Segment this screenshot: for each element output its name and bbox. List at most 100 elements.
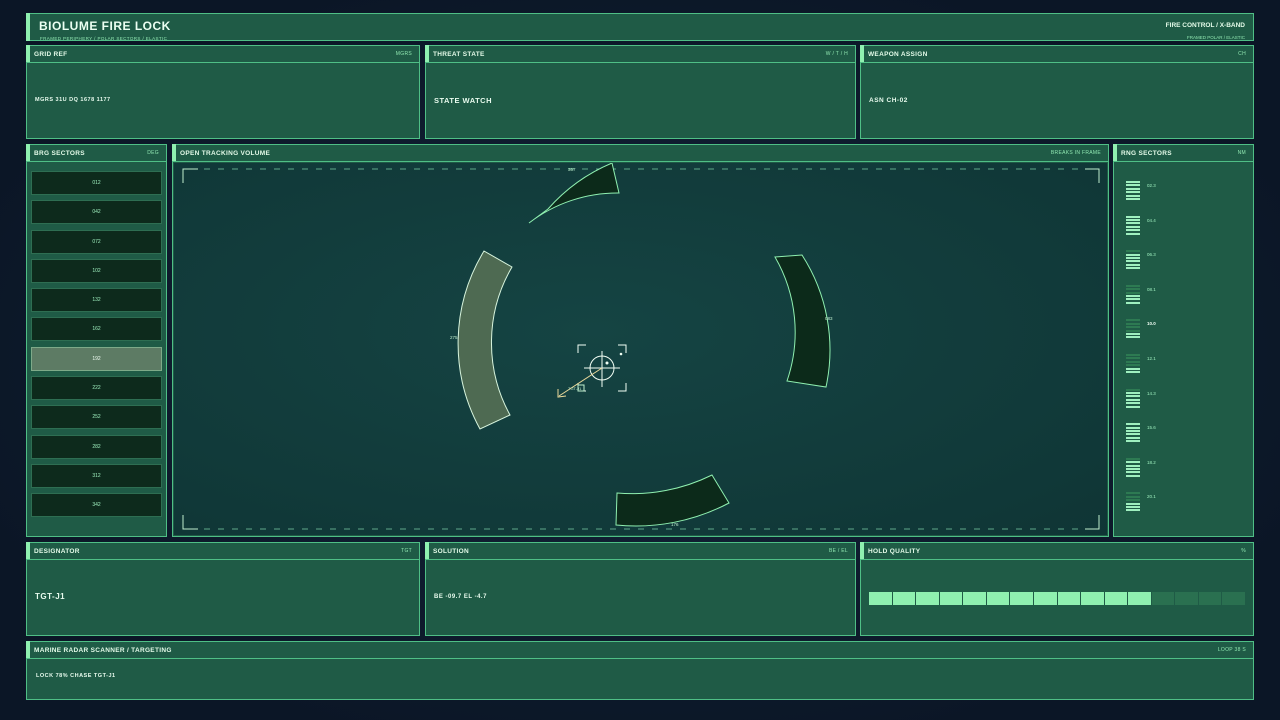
bearing-left: 275 [450,335,458,340]
brg-sector-label: 162 [92,326,101,333]
tracking-scope[interactable]: 357 083 176 275 TGT-J1 [174,163,1107,535]
sector-south[interactable] [615,474,730,527]
sector-north[interactable] [528,163,620,224]
bearing-right: 083 [825,316,833,321]
rng-sector-02.3[interactable]: 02.3 [1126,178,1156,200]
threat-state-header: THREAT STATE W / T / H [426,46,855,63]
hold-quality-segment [1081,592,1104,605]
rng-level-segment [1126,423,1140,426]
brg-sector-102[interactable]: 102 [31,258,162,283]
hold-quality-segment [986,592,1010,605]
rng-sector-12.1[interactable]: 12.1 [1126,351,1156,373]
hold-quality-segment [939,592,963,605]
rng-sector-06.3[interactable]: 06.3 [1126,247,1156,270]
rng-level-segment [1126,402,1140,405]
rng-level-segment [1126,215,1140,218]
brg-sector-label: 042 [92,209,101,216]
solution-panel: SOLUTION BE / EL BE -09.7 EL -4.7 [425,542,856,636]
weapon-assign-header: WEAPON ASSIGN CH [861,46,1253,63]
rng-sector-10.0[interactable]: 10.0 [1126,316,1156,339]
hold-quality-panel: HOLD QUALITY % [860,542,1254,636]
brg-sector-162[interactable]: 162 [31,317,162,342]
tracking-panel: OPEN TRACKING VOLUME BREAKS IN FRAME 357… [172,144,1109,537]
sector-west-active[interactable] [457,250,513,430]
rng-level-bars [1126,180,1140,200]
rng-level-segment [1126,191,1140,194]
rng-level-segment [1126,357,1140,360]
rng-level-segment [1126,187,1140,190]
rng-level-segment [1126,492,1140,495]
brg-sector-132[interactable]: 132 [31,288,162,313]
frame-brackets [182,168,1100,530]
rng-level-segment [1126,509,1140,512]
footer-header: MARINE RADAR SCANNER / TARGETING LOOP 38… [27,642,1253,659]
brg-sector-label: 312 [92,472,101,479]
rng-level-segment [1126,263,1140,266]
rng-sector-08.1[interactable]: 08.1 [1126,282,1156,304]
rng-level-bars [1126,387,1140,408]
brg-sector-252[interactable]: 252 [31,405,162,430]
rng-level-segment [1126,405,1140,408]
rng-level-segment [1126,184,1140,187]
threat-state-panel: THREAT STATE W / T / H STATE WATCH [425,45,856,139]
brg-sector-192[interactable]: 192 [31,346,162,371]
rng-sector-label: 10.0 [1147,321,1156,327]
rng-sector-label: 15.6 [1147,425,1156,431]
brg-sector-012[interactable]: 012 [31,171,162,195]
rng-sectors-title: RNG SECTORS [1121,149,1172,157]
rng-sector-label: 12.1 [1147,356,1156,361]
brg-sector-342[interactable]: 342 [31,493,162,518]
grid-ref-header: GRID REF MGRS [27,46,419,63]
brg-sector-label: 222 [92,385,101,392]
hold-quality-segment [1175,592,1198,605]
brg-sector-282[interactable]: 282 [31,434,162,459]
grid-ref-title: GRID REF [34,50,68,58]
footer-panel: MARINE RADAR SCANNER / TARGETING LOOP 38… [26,641,1254,700]
brg-sector-312[interactable]: 312 [31,463,162,488]
threat-state-unit: W / T / H [825,51,848,57]
rng-level-bars [1126,353,1140,373]
frame-corner-tr [1085,168,1100,183]
rng-level-segment [1126,267,1140,270]
rng-level-segment [1126,298,1140,301]
rng-sector-18.2[interactable]: 18.2 [1126,455,1156,477]
rng-level-bars [1126,283,1140,304]
brg-sector-042[interactable]: 042 [31,200,162,225]
app-subtitle: FRAMED PERIPHERY / POLAR SECTORS / ELAST… [40,36,168,41]
rng-sectors-unit: NM [1237,150,1246,156]
brg-sector-072[interactable]: 072 [31,229,162,254]
rng-sector-04.4[interactable]: 04.4 [1126,213,1156,235]
brg-sector-label: 282 [92,443,101,450]
hold-quality-segment [1198,592,1222,605]
brg-sector-list: 012 042 072 102 132 162 192 222 252 282 312 342 [31,171,162,523]
rng-level-segment [1126,367,1140,370]
hold-quality-segment [892,592,916,605]
rng-sector-20.1[interactable]: 20.1 [1126,489,1156,512]
rng-sector-15.6[interactable]: 15.6 [1126,420,1156,443]
weapon-assign-value: ASN CH-02 [869,97,908,104]
threat-state-title: THREAT STATE [433,50,485,58]
rng-level-segment [1126,219,1140,222]
grid-ref-value: MGRS 31U DQ 1678 1177 [35,97,111,103]
rng-level-segment [1126,253,1140,256]
brg-sector-label: 102 [92,267,101,274]
brg-sector-label: 012 [92,180,101,186]
rng-level-segment [1126,461,1140,464]
rng-level-segment [1126,288,1140,291]
rng-sectors-panel: RNG SECTORS NM 02.3 04.4 06.3 08.1 10.0 12.1 1… [1113,144,1254,537]
hold-quality-header: HOLD QUALITY % [861,543,1253,560]
hold-quality-segment [1010,592,1033,605]
hold-quality-segment [1128,592,1151,605]
rng-level-bars [1126,456,1140,477]
rng-sector-14.3[interactable]: 14.3 [1126,386,1156,408]
sector-east[interactable] [774,254,831,388]
fire-control-mode-sub: FRAMED POLAR / ELASTIC [1186,35,1245,40]
brg-sector-222[interactable]: 222 [31,376,162,401]
rng-level-segment [1126,506,1140,508]
brg-sector-label: 252 [92,414,101,421]
designator-title: DESIGNATOR [34,547,80,555]
rng-level-segment [1126,364,1140,367]
rng-level-segment [1126,436,1140,439]
tracking-view[interactable]: 357 083 176 275 TGT-J1 [174,163,1107,535]
rng-level-bars [1126,249,1140,270]
